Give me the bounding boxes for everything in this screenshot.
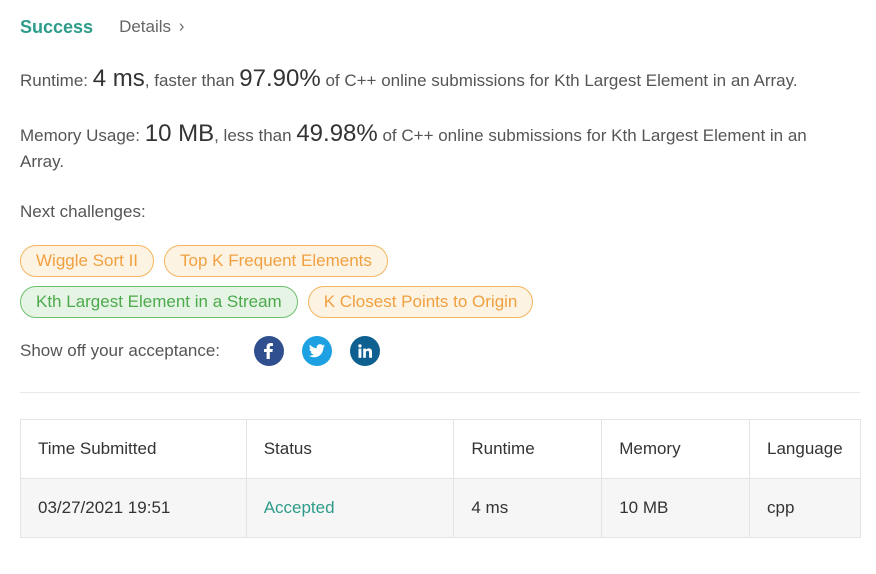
share-row: Show off your acceptance:	[20, 336, 381, 366]
memory-percent: 49.98%	[296, 120, 378, 147]
cell-language: cpp	[749, 478, 861, 538]
header-language: Language	[749, 419, 861, 479]
header-memory: Memory	[601, 419, 751, 479]
details-link[interactable]: Details ›	[119, 17, 184, 37]
chevron-right-icon: ›	[179, 17, 185, 36]
table-header-row: Time Submitted Status Runtime Memory Lan…	[20, 419, 861, 479]
challenge-tag[interactable]: K Closest Points to Origin	[307, 286, 534, 318]
next-challenges-label: Next challenges:	[20, 202, 146, 221]
header-runtime: Runtime	[453, 419, 603, 479]
runtime-percent: 97.90%	[239, 65, 321, 92]
memory-mid: , less than	[214, 126, 292, 145]
runtime-stat: Runtime: 4 ms, faster than 97.90% of C++…	[20, 66, 850, 94]
cell-runtime: 4 ms	[453, 478, 603, 538]
linkedin-icon[interactable]	[350, 336, 381, 366]
challenge-tag[interactable]: Wiggle Sort II	[20, 245, 155, 277]
facebook-icon[interactable]	[254, 336, 285, 366]
challenge-tags-row-2: Kth Largest Element in a Stream K Closes…	[20, 286, 534, 318]
cell-memory: 10 MB	[601, 478, 751, 538]
twitter-icon[interactable]	[302, 336, 333, 366]
share-label: Show off your acceptance:	[20, 341, 221, 360]
memory-value: 10 MB	[144, 120, 215, 147]
runtime-value: 4 ms	[92, 65, 145, 92]
cell-time-submitted: 03/27/2021 19:51	[20, 478, 247, 538]
runtime-label: Runtime:	[20, 71, 89, 90]
runtime-mid: , faster than	[144, 71, 235, 90]
section-divider	[20, 392, 860, 393]
result-header: Success Details ›	[20, 14, 184, 40]
header-time-submitted: Time Submitted	[20, 419, 247, 479]
runtime-suffix: of C++ online submissions for Kth Larges…	[325, 71, 798, 90]
submissions-table: Time Submitted Status Runtime Memory Lan…	[20, 419, 861, 538]
cell-status: Accepted	[245, 478, 455, 538]
memory-stat: Memory Usage: 10 MB, less than 49.98% of…	[20, 121, 850, 175]
header-status: Status	[245, 419, 455, 479]
challenge-tag[interactable]: Kth Largest Element in a Stream	[20, 286, 298, 318]
memory-label: Memory Usage:	[20, 126, 140, 145]
details-label: Details	[119, 17, 172, 36]
challenge-tag[interactable]: Top K Frequent Elements	[164, 245, 388, 277]
table-row: 03/27/2021 19:51 Accepted 4 ms 10 MB cpp	[20, 478, 861, 538]
challenge-tags-row-1: Wiggle Sort II Top K Frequent Elements	[20, 245, 388, 277]
status-success: Success	[20, 16, 94, 37]
social-buttons	[254, 336, 381, 366]
accepted-link[interactable]: Accepted	[264, 498, 335, 517]
